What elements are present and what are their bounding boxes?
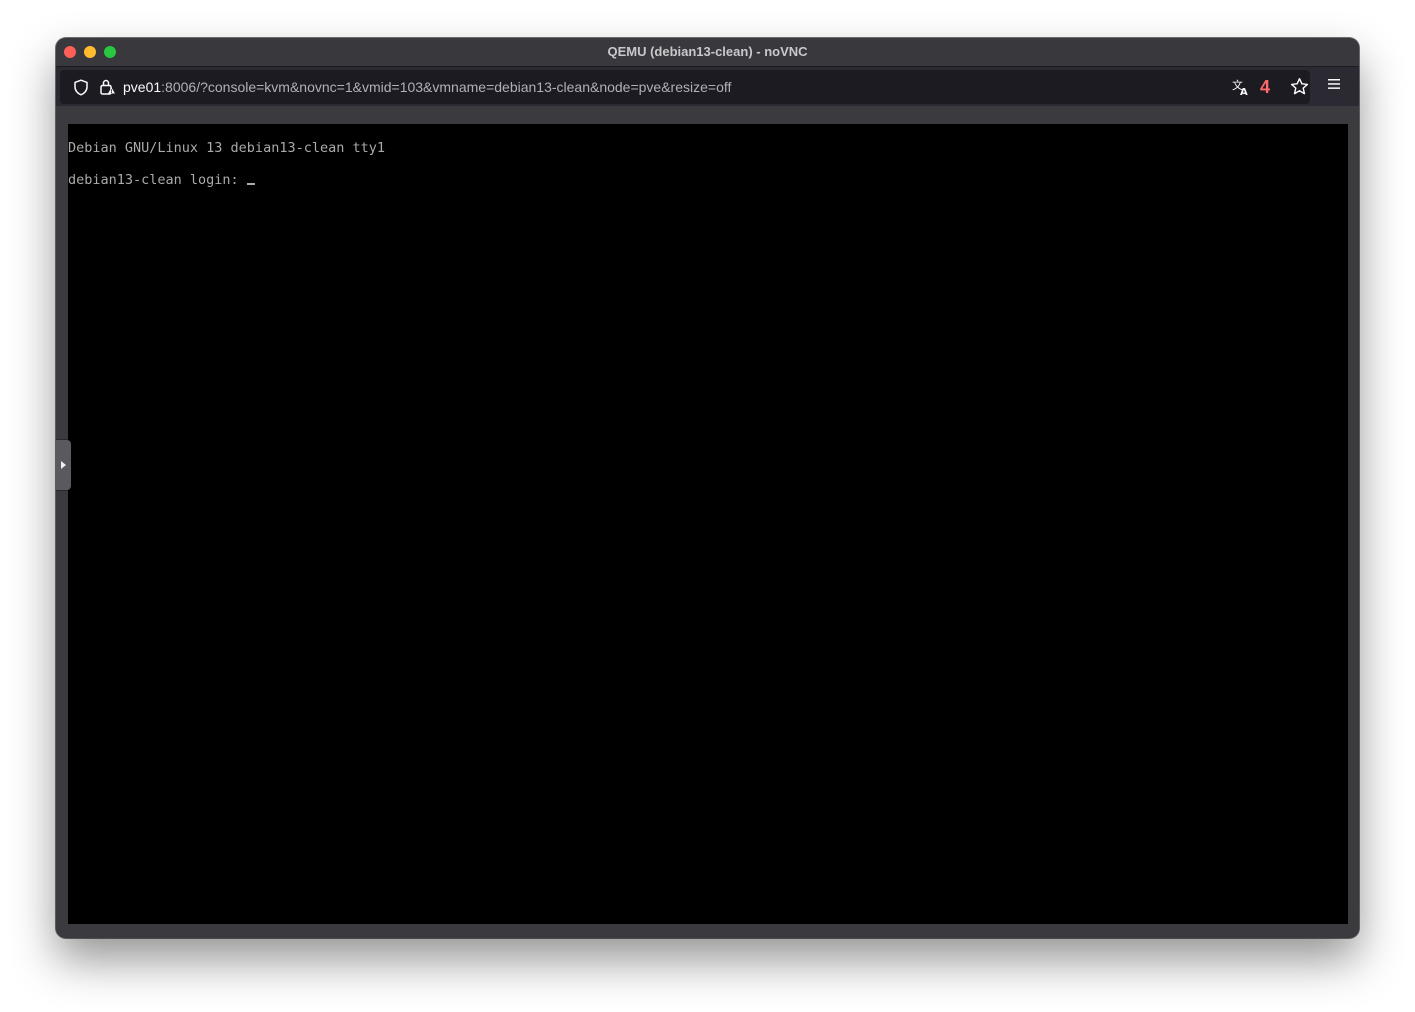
url-path: :8006/?console=kvm&novnc=1&vmid=103&vmna… <box>161 79 732 95</box>
novnc-control-bar-handle[interactable] <box>56 440 71 490</box>
window-title: QEMU (debian13-clean) - noVNC <box>607 44 808 59</box>
menu-icon[interactable] <box>1326 77 1342 91</box>
lock-icon[interactable] <box>99 78 116 96</box>
novnc-viewport: Debian GNU/Linux 13 debian13-clean tty1 … <box>56 124 1359 938</box>
title-bar: QEMU (debian13-clean) - noVNC <box>56 38 1359 66</box>
url-text[interactable]: pve01:8006/?console=kvm&novnc=1&vmid=103… <box>123 70 731 104</box>
extension-badge-count[interactable]: 4 <box>1260 70 1270 104</box>
chevron-right-icon <box>61 461 66 469</box>
svg-text:A: A <box>1240 87 1248 96</box>
shield-icon[interactable] <box>73 79 89 96</box>
login-prompt-text: debian13-clean login: <box>68 172 247 188</box>
browser-toolbar: pve01:8006/?console=kvm&novnc=1&vmid=103… <box>56 66 1359 107</box>
console-banner-line: Debian GNU/Linux 13 debian13-clean tty1 <box>68 140 385 156</box>
url-host: pve01 <box>123 79 162 95</box>
browser-window: QEMU (debian13-clean) - noVNC pve01:8006… <box>56 38 1359 938</box>
address-bar[interactable]: pve01:8006/?console=kvm&novnc=1&vmid=103… <box>60 70 1310 104</box>
text-cursor <box>246 183 255 185</box>
vm-console-screen[interactable]: Debian GNU/Linux 13 debian13-clean tty1 … <box>68 124 1348 924</box>
novnc-top-strip <box>56 106 1359 124</box>
console-login-prompt: debian13-clean login: <box>68 171 255 189</box>
star-icon[interactable] <box>1290 77 1309 96</box>
translate-icon[interactable]: 文 A <box>1232 78 1250 96</box>
